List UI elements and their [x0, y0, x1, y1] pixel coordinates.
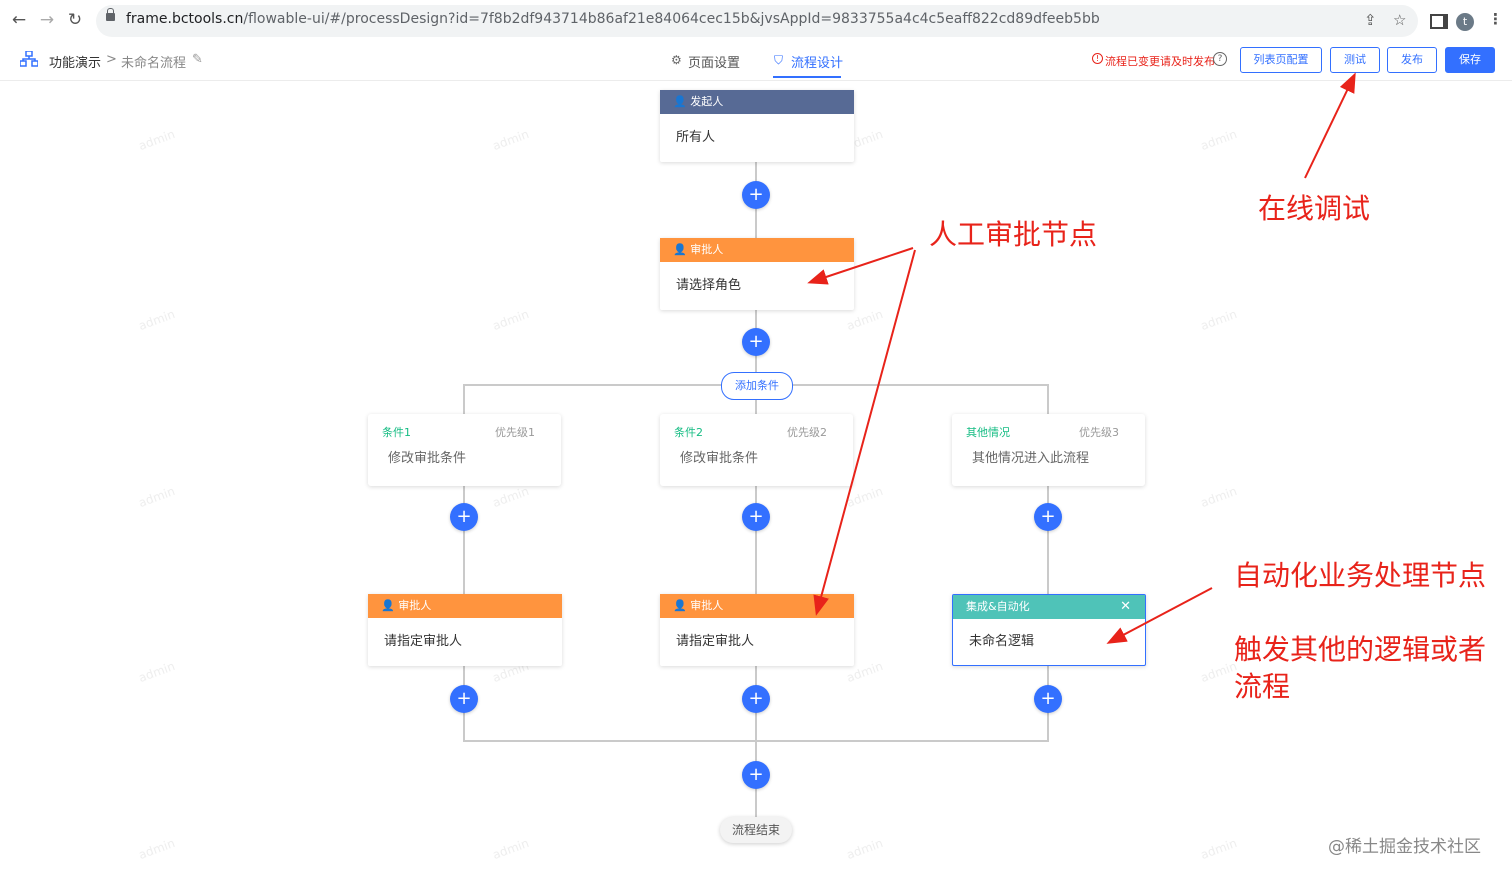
annotation-trigger-line1: 触发其他的逻辑或者 — [1234, 633, 1487, 666]
annotation-auto-node: 自动化业务处理节点 — [1234, 559, 1487, 592]
annotation-online-debug: 在线调试 — [1258, 192, 1371, 225]
annotation-manual-node: 人工审批节点 — [929, 218, 1098, 251]
arrow-to-automation — [1106, 587, 1213, 644]
arrow-to-branch-approver — [813, 249, 916, 616]
annotation-arrows — [807, 72, 1356, 644]
site-watermark: @稀土掘金技术社区 — [1328, 837, 1481, 857]
arrow-to-approver — [807, 247, 914, 285]
arrow-to-test-button — [1304, 72, 1356, 179]
annotation-trigger-line2: 流程 — [1234, 670, 1291, 703]
